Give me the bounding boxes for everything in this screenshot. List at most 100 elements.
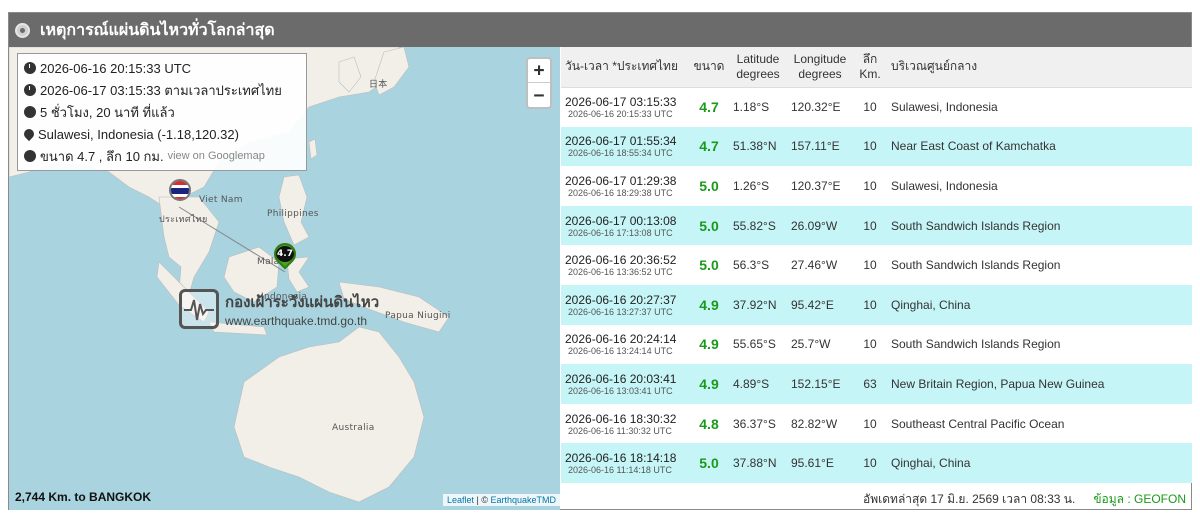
map-attribution: Leaflet | © EarthquakeTMD	[442, 494, 560, 506]
cell-latitude: 36.37°S	[729, 403, 787, 444]
info-icon	[24, 150, 36, 162]
col-header-lon: Longitude degrees	[787, 47, 853, 88]
cell-time: 2026-06-17 00:13:08 2026-06-16 17:13:08 U…	[561, 205, 689, 246]
map-label-vietnam: Viet Nam	[199, 195, 243, 205]
cell-magnitude: 4.7	[689, 126, 729, 167]
watermark-title: กองเฝ้าระวังแผ่นดินไหว	[225, 294, 380, 311]
cell-region: Sulawesi, Indonesia	[887, 87, 1192, 127]
location-pin-icon	[21, 126, 37, 142]
cell-depth: 10	[853, 126, 887, 167]
leaflet-link[interactable]: Leaflet	[447, 495, 474, 505]
table-row[interactable]: 2026-06-17 03:15:33 2026-06-16 20:15:33 U…	[561, 87, 1192, 127]
zoom-out-button[interactable]: −	[528, 83, 550, 107]
cell-depth: 10	[853, 166, 887, 206]
col-header-mag: ขนาด	[689, 47, 729, 88]
cell-time: 2026-06-17 01:55:34 2026-06-16 18:55:34 U…	[561, 126, 689, 167]
info-place: Sulawesi, Indonesia (-1.18,120.32)	[21, 123, 300, 145]
event-info-box: 2026-06-16 20:15:33 UTC 2026-06-17 03:15…	[17, 53, 307, 171]
cell-longitude: 157.11°E	[787, 126, 853, 167]
cell-longitude: 27.46°W	[787, 245, 853, 285]
col-header-lat: Latitude degrees	[729, 47, 787, 88]
cell-time: 2026-06-17 01:29:38 2026-06-16 18:29:38 U…	[561, 166, 689, 206]
cell-region: New Britain Region, Papua New Guinea	[887, 364, 1192, 404]
col-header-time: วัน-เวลา *ประเทศไทย	[561, 47, 689, 88]
cell-depth: 10	[853, 284, 887, 325]
table-row[interactable]: 2026-06-17 01:29:38 2026-06-16 18:29:38 U…	[561, 166, 1192, 206]
data-source: ข้อมูล : GEOFON	[1093, 491, 1186, 506]
googlemap-link[interactable]: view on Googlemap	[168, 150, 265, 162]
cell-magnitude: 5.0	[689, 245, 729, 285]
cell-latitude: 1.26°S	[729, 166, 787, 206]
cell-latitude: 37.88°N	[729, 443, 787, 483]
cell-region: South Sandwich Islands Region	[887, 245, 1192, 285]
cell-depth: 10	[853, 403, 887, 444]
cell-latitude: 56.3°S	[729, 245, 787, 285]
thailand-flag-marker[interactable]	[169, 179, 191, 201]
stopwatch-icon	[24, 106, 36, 118]
cell-longitude: 82.82°W	[787, 403, 853, 444]
cell-magnitude: 5.0	[689, 166, 729, 206]
cell-magnitude: 4.9	[689, 364, 729, 404]
table-row[interactable]: 2026-06-16 20:27:37 2026-06-16 13:27:37 U…	[561, 284, 1192, 325]
widget-header: เหตุการณ์แผ่นดินไหวทั่วโลกล่าสุด	[9, 13, 1191, 47]
info-utc: 2026-06-16 20:15:33 UTC	[24, 57, 300, 79]
cell-region: Qinghai, China	[887, 284, 1192, 325]
cell-longitude: 95.42°E	[787, 284, 853, 325]
clock-icon	[24, 62, 36, 74]
table-row[interactable]: 2026-06-16 20:03:41 2026-06-16 13:03:41 U…	[561, 364, 1192, 404]
events-table-area: วัน-เวลา *ประเทศไทย ขนาด Latitude degree…	[561, 47, 1192, 510]
cell-magnitude: 4.7	[689, 87, 729, 127]
cell-time: 2026-06-17 03:15:33 2026-06-16 20:15:33 U…	[561, 87, 689, 127]
table-row[interactable]: 2026-06-16 20:24:14 2026-06-16 13:24:14 U…	[561, 324, 1192, 365]
map-label-thailand: ประเทศไทย	[159, 215, 208, 225]
zoom-control: + −	[526, 57, 552, 109]
map-panel[interactable]: 日本 Viet Nam ประเทศไทย Philippines Mala I…	[9, 47, 560, 510]
widget-title: เหตุการณ์แผ่นดินไหวทั่วโลกล่าสุด	[40, 19, 275, 39]
cell-time: 2026-06-16 18:30:32 2026-06-16 11:30:32 U…	[561, 403, 689, 444]
cell-longitude: 26.09°W	[787, 205, 853, 246]
map-label-australia: Australia	[332, 423, 375, 433]
cell-magnitude: 4.8	[689, 403, 729, 444]
clock-icon	[24, 84, 36, 96]
cell-time: 2026-06-16 18:14:18 2026-06-16 11:14:18 U…	[561, 443, 689, 483]
info-thai-time: 2026-06-17 03:15:33 ตามเวลาประเทศไทย	[24, 79, 300, 101]
cell-depth: 63	[853, 364, 887, 404]
col-header-depth: ลึก Km.	[853, 47, 887, 88]
cell-region: South Sandwich Islands Region	[887, 205, 1192, 246]
table-row[interactable]: 2026-06-16 18:30:32 2026-06-16 11:30:32 U…	[561, 403, 1192, 444]
watermark-url: www.earthquake.tmd.go.th	[225, 314, 368, 328]
cell-time: 2026-06-16 20:24:14 2026-06-16 13:24:14 U…	[561, 324, 689, 365]
cell-latitude: 55.82°S	[729, 205, 787, 246]
cell-depth: 10	[853, 443, 887, 483]
cell-region: Qinghai, China	[887, 443, 1192, 483]
cell-latitude: 37.92°N	[729, 284, 787, 325]
cell-time: 2026-06-16 20:36:52 2026-06-16 13:36:52 U…	[561, 245, 689, 285]
map-label-papua: Papua Niugini	[385, 311, 451, 321]
zoom-in-button[interactable]: +	[528, 59, 550, 83]
record-icon	[15, 22, 30, 38]
info-magnitude: ขนาด 4.7 , ลึก 10 กม. view on Googlemap	[24, 145, 300, 167]
cell-magnitude: 5.0	[689, 443, 729, 483]
table-row[interactable]: 2026-06-17 01:55:34 2026-06-16 18:55:34 U…	[561, 126, 1192, 167]
cell-latitude: 51.38°N	[729, 126, 787, 167]
cell-longitude: 152.15°E	[787, 364, 853, 404]
table-row[interactable]: 2026-06-16 20:36:52 2026-06-16 13:36:52 U…	[561, 245, 1192, 285]
cell-depth: 10	[853, 245, 887, 285]
earthquaketmd-link[interactable]: EarthquakeTMD	[490, 495, 556, 505]
cell-longitude: 95.61°E	[787, 443, 853, 483]
epicenter-badge: 4.7	[276, 246, 294, 262]
cell-latitude: 55.65°S	[729, 324, 787, 365]
earthquake-widget: เหตุการณ์แผ่นดินไหวทั่วโลกล่าสุด 日本 Viet…	[8, 12, 1192, 510]
table-footer: อัพเดทล่าสุด 17 มิ.ย. 2569 เวลา 08:33 น.…	[561, 488, 1192, 510]
table-row[interactable]: 2026-06-17 00:13:08 2026-06-16 17:13:08 U…	[561, 205, 1192, 246]
cell-time: 2026-06-16 20:03:41 2026-06-16 13:03:41 U…	[561, 364, 689, 404]
cell-region: Near East Coast of Kamchatka	[887, 126, 1192, 167]
cell-time: 2026-06-16 20:27:37 2026-06-16 13:27:37 U…	[561, 284, 689, 325]
cell-latitude: 4.89°S	[729, 364, 787, 404]
table-row[interactable]: 2026-06-16 18:14:18 2026-06-16 11:14:18 U…	[561, 443, 1192, 483]
cell-region: South Sandwich Islands Region	[887, 324, 1192, 365]
cell-longitude: 25.7°W	[787, 324, 853, 365]
cell-region: Sulawesi, Indonesia	[887, 166, 1192, 206]
tmd-watermark: กองเฝ้าระวังแผ่นดินไหว www.earthquake.tm…	[179, 289, 379, 329]
cell-region: Southeast Central Pacific Ocean	[887, 403, 1192, 444]
